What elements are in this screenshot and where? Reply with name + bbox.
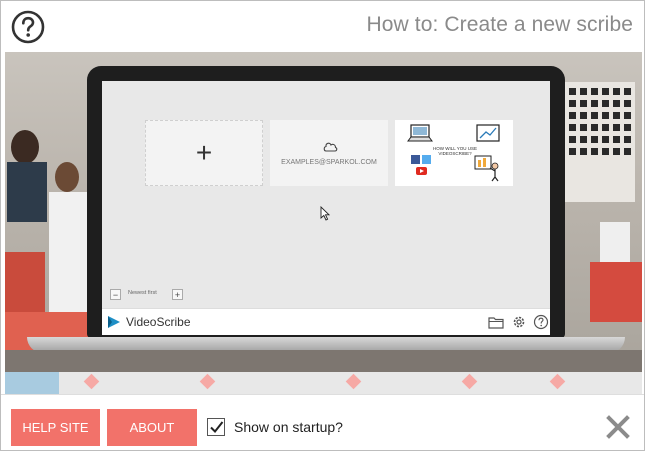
checkmark-icon (210, 421, 224, 434)
laptop-doodle-icon (407, 124, 433, 142)
sort-minus-button[interactable]: − (110, 289, 121, 300)
new-scribe-tile[interactable]: + (145, 120, 263, 186)
timeline-marker[interactable] (549, 373, 566, 390)
page-title: How to: Create a new scribe (366, 13, 633, 36)
help-site-button[interactable]: HELP SITE (11, 409, 100, 446)
video-timeline[interactable] (5, 372, 642, 394)
close-icon[interactable] (606, 415, 630, 439)
background-people (5, 130, 95, 352)
tutorial-video[interactable]: + EXAMPLES@SPARKOL.COM HOW WILL YOU USE … (5, 52, 642, 372)
wall-poster (565, 82, 635, 202)
how-to-use-label: HOW WILL YOU USE VIDEOSCRIBE? (433, 146, 478, 156)
question-icon[interactable] (533, 314, 549, 330)
timeline-progress (5, 372, 60, 394)
timeline-marker[interactable] (83, 373, 100, 390)
sort-controls: − Newest first + (110, 289, 190, 301)
mouse-cursor-icon (320, 206, 330, 221)
about-button[interactable]: ABOUT (107, 409, 197, 446)
videoscribe-logo-icon (108, 316, 120, 328)
plus-icon: + (195, 137, 213, 168)
videoscribe-toolbar: VideoScribe (102, 308, 550, 335)
desk (5, 350, 642, 372)
timeline-marker[interactable] (461, 373, 478, 390)
presenter-doodle-icon (474, 155, 499, 182)
social-doodle-icon (411, 155, 431, 175)
footer-bar: HELP SITE ABOUT Show on startup? (1, 394, 644, 450)
show-on-startup-label: Show on startup? (234, 419, 343, 435)
cloud-icon (323, 142, 338, 152)
how-to-use-tile[interactable]: HOW WILL YOU USE VIDEOSCRIBE? (395, 120, 513, 186)
app-name: VideoScribe (126, 315, 191, 329)
show-on-startup-checkbox[interactable] (207, 418, 225, 436)
timeline-marker[interactable] (199, 373, 216, 390)
timeline-marker[interactable] (345, 373, 362, 390)
title-bar: How to: Create a new scribe (1, 1, 644, 52)
examples-tile[interactable]: EXAMPLES@SPARKOL.COM (270, 120, 388, 186)
chart-doodle-icon (476, 124, 500, 142)
question-circle-icon[interactable] (11, 10, 45, 44)
folder-icon[interactable] (488, 314, 504, 330)
help-dialog: How to: Create a new scribe + EXAMPLES@S… (0, 0, 645, 451)
examples-label: EXAMPLES@SPARKOL.COM (281, 159, 377, 166)
sort-label: Newest first (128, 290, 157, 296)
background-chair (590, 222, 642, 322)
gear-icon[interactable] (511, 314, 527, 330)
sort-plus-button[interactable]: + (172, 289, 183, 300)
